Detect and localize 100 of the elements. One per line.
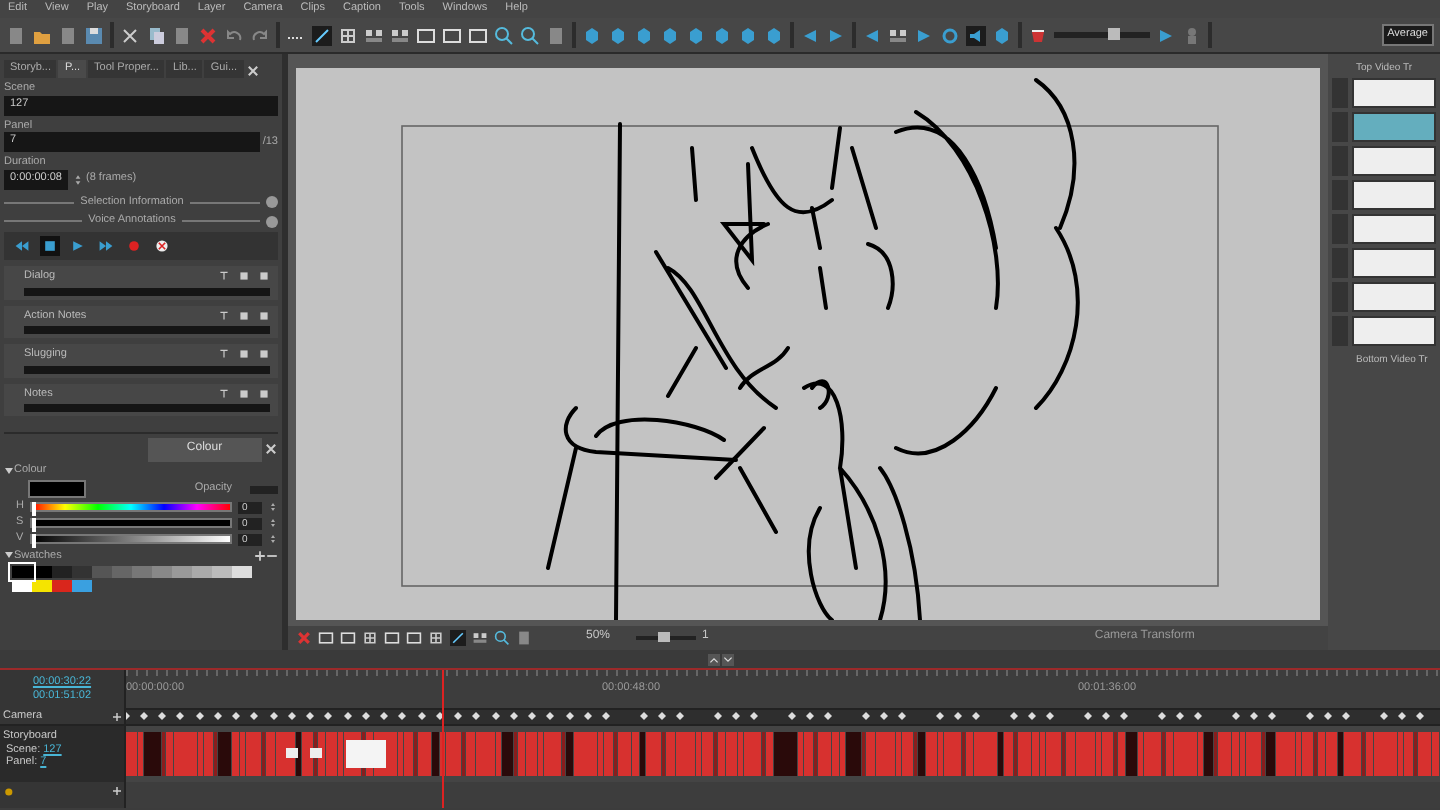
- colour-swatch[interactable]: [172, 566, 192, 579]
- spin-arrows-icon[interactable]: [268, 500, 278, 515]
- text-icon[interactable]: [218, 348, 230, 361]
- text-icon[interactable]: [218, 309, 230, 322]
- chevron-up-icon[interactable]: [707, 653, 719, 665]
- stop-icon: [42, 237, 58, 254]
- colour-swatch[interactable]: [72, 566, 92, 579]
- panels-icon[interactable]: [888, 25, 908, 45]
- slider-thumb[interactable]: [31, 518, 36, 533]
- slider-thumb[interactable]: [31, 534, 36, 549]
- panel-thumbnail[interactable]: [1352, 248, 1436, 278]
- panel-thumbnail[interactable]: [1352, 282, 1436, 312]
- panel-thumbnail[interactable]: [1352, 78, 1436, 108]
- spin-arrows-icon[interactable]: [268, 516, 278, 531]
- audio-icon[interactable]: [3, 785, 15, 797]
- triangle-icon[interactable]: [4, 465, 14, 476]
- current-colour[interactable]: [28, 480, 86, 499]
- page-icon[interactable]: [172, 25, 192, 45]
- panel-thumbnail[interactable]: [1352, 112, 1436, 142]
- colour-swatch[interactable]: [52, 566, 72, 579]
- colour-swatch[interactable]: [32, 566, 52, 579]
- close-icon[interactable]: [264, 442, 278, 457]
- record-icon: [126, 237, 142, 254]
- channel-slider[interactable]: [29, 518, 232, 529]
- volume-slider[interactable]: [1054, 32, 1150, 38]
- colour-swatch[interactable]: [72, 580, 92, 593]
- grid-icon[interactable]: [428, 630, 444, 646]
- plus-icon[interactable]: [111, 712, 121, 722]
- scissors-icon[interactable]: [120, 25, 140, 45]
- page-icon[interactable]: [516, 630, 532, 646]
- notes-field[interactable]: [24, 404, 270, 413]
- undo-icon[interactable]: [224, 25, 244, 45]
- plus-icon[interactable]: [111, 786, 121, 796]
- colour-swatch[interactable]: [32, 580, 52, 593]
- grid-icon[interactable]: [338, 25, 358, 45]
- panel-thumbnail[interactable]: [1352, 146, 1436, 176]
- panel-thumbnail[interactable]: [1352, 180, 1436, 210]
- notes-field[interactable]: [24, 287, 270, 296]
- triangle-icon[interactable]: [4, 550, 14, 561]
- chevron-down-icon[interactable]: [721, 653, 733, 665]
- pen-icon[interactable]: [312, 25, 332, 45]
- colour-swatch[interactable]: [192, 566, 212, 579]
- speaker-icon[interactable]: [966, 25, 986, 45]
- page-icon[interactable]: [238, 388, 250, 401]
- plus-icon[interactable]: [254, 549, 266, 562]
- page-icon[interactable]: [546, 25, 566, 45]
- arrow-right-icon[interactable]: [826, 25, 846, 45]
- colour-swatch[interactable]: [12, 566, 32, 579]
- delete-icon: [154, 237, 170, 254]
- colour-swatch[interactable]: [232, 566, 252, 579]
- zoom-in-icon[interactable]: [520, 25, 540, 45]
- page-icon[interactable]: [238, 309, 250, 322]
- notes-field[interactable]: [24, 365, 270, 374]
- notes-field[interactable]: [24, 326, 270, 335]
- spin-arrows-icon[interactable]: [71, 171, 83, 188]
- channel-slider[interactable]: [29, 534, 232, 545]
- record-button[interactable]: [124, 235, 144, 256]
- stop-button[interactable]: [40, 235, 60, 256]
- arrow-left-icon[interactable]: [862, 25, 882, 45]
- slider-thumb[interactable]: [31, 502, 36, 517]
- arrow-left-icon[interactable]: [800, 25, 820, 45]
- slider-thumb[interactable]: [1108, 28, 1121, 40]
- page-icon[interactable]: [238, 348, 250, 361]
- text-icon[interactable]: [218, 270, 230, 283]
- opacity-field[interactable]: [250, 485, 278, 494]
- fast-forward-icon: [98, 237, 114, 254]
- save-icon[interactable]: [84, 25, 104, 45]
- loop-icon[interactable]: [940, 25, 960, 45]
- slider-thumb[interactable]: [657, 632, 670, 642]
- panels-icon[interactable]: [390, 25, 410, 45]
- panel-thumbnail[interactable]: [1352, 214, 1436, 244]
- panels-icon[interactable]: [364, 25, 384, 45]
- arrow-right-icon[interactable]: [1156, 25, 1176, 45]
- zoom-in-icon[interactable]: [494, 25, 514, 45]
- delete-button[interactable]: [152, 235, 172, 256]
- colour-swatch[interactable]: [52, 580, 72, 593]
- colour-swatch[interactable]: [132, 566, 152, 579]
- grid-icon[interactable]: [362, 630, 378, 646]
- page-icon[interactable]: [238, 270, 250, 283]
- panel-thumbnail[interactable]: [1352, 316, 1436, 346]
- text-icon[interactable]: [218, 388, 230, 401]
- pen-icon[interactable]: [450, 630, 466, 646]
- play-button[interactable]: [68, 235, 88, 256]
- close-icon[interactable]: [245, 64, 260, 78]
- play-icon: [70, 237, 86, 254]
- colour-swatch[interactable]: [112, 566, 132, 579]
- page-icon[interactable]: [6, 25, 26, 45]
- colour-swatch[interactable]: [212, 566, 232, 579]
- colour-swatch[interactable]: [92, 566, 112, 579]
- redo-icon[interactable]: [250, 25, 270, 45]
- channel-slider[interactable]: [29, 502, 232, 513]
- zoom-in-icon[interactable]: [494, 630, 510, 646]
- colour-swatch[interactable]: [152, 566, 172, 579]
- panels-icon[interactable]: [472, 630, 488, 646]
- rewind-icon: [14, 237, 30, 254]
- cup-icon[interactable]: [1028, 25, 1048, 45]
- arrow-right-icon[interactable]: [914, 25, 934, 45]
- spin-arrows-icon[interactable]: [268, 532, 278, 547]
- minus-icon[interactable]: [266, 549, 278, 562]
- copy-icon[interactable]: [146, 25, 166, 45]
